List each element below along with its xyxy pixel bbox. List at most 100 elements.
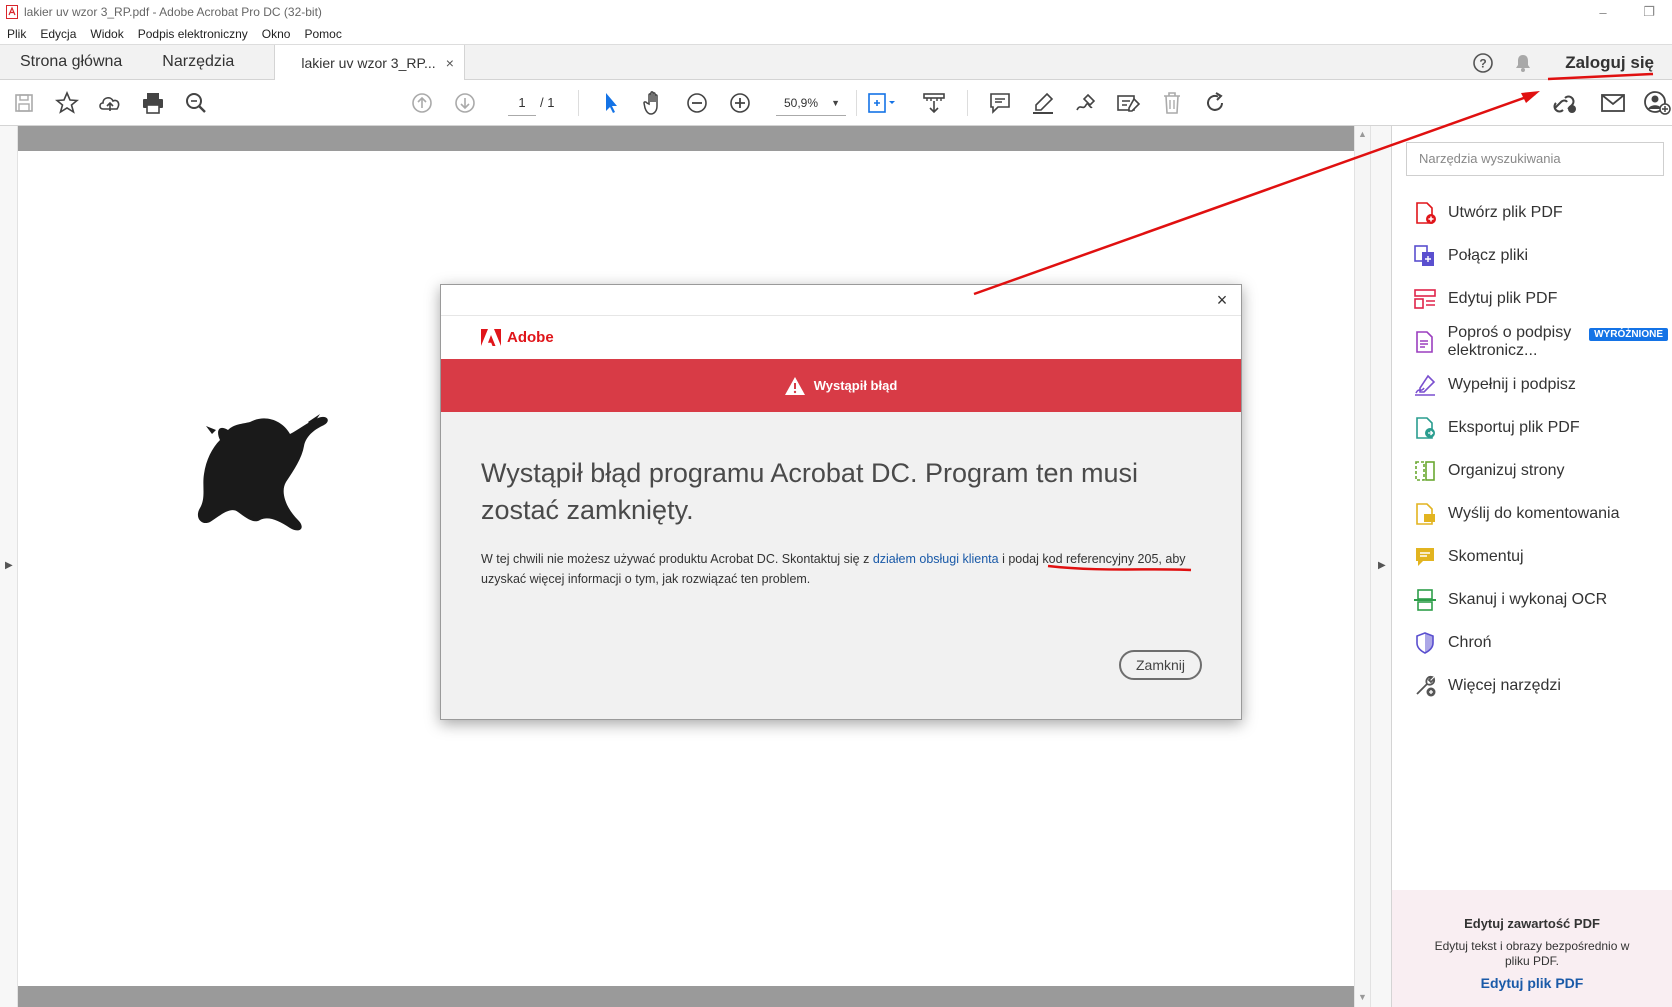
hand-icon[interactable] [639, 88, 669, 118]
help-icon[interactable]: ? [1463, 45, 1503, 80]
save-icon[interactable] [9, 88, 39, 118]
menu-plik[interactable]: Plik [0, 27, 33, 41]
error-body-pre: W tej chwili nie możesz używać produktu … [481, 552, 873, 566]
warning-icon [784, 376, 805, 395]
close-button[interactable]: Zamknij [1119, 650, 1202, 680]
tool-send-comment[interactable]: Wyślij do komentowania [1412, 494, 1662, 534]
adobe-logo-icon [481, 329, 501, 346]
left-panel-toggle[interactable]: ▶ [0, 126, 18, 1007]
menu-pomoc[interactable]: Pomoc [297, 27, 348, 41]
print-icon[interactable] [138, 88, 168, 118]
select-cursor-icon[interactable] [596, 88, 626, 118]
tool-edit-pdf[interactable]: Edytuj plik PDF [1412, 279, 1662, 319]
error-body-mid: i podaj [998, 552, 1043, 566]
tool-label: Edytuj plik PDF [1448, 290, 1558, 307]
tool-export-pdf[interactable]: Eksportuj plik PDF [1412, 408, 1662, 448]
scroll-mode-icon[interactable] [919, 88, 949, 118]
comment-icon[interactable] [985, 88, 1015, 118]
restore-icon[interactable]: ❐ [1626, 0, 1672, 24]
fill-sign-icon[interactable] [1114, 88, 1144, 118]
rotate-icon[interactable] [1200, 88, 1230, 118]
right-panel-toggle[interactable]: ▶ [1370, 126, 1392, 1007]
sign-icon[interactable] [1071, 88, 1101, 118]
minimize-icon[interactable]: – [1580, 0, 1626, 24]
dialog-titlebar: × [441, 285, 1241, 316]
search-zoom-icon[interactable] [181, 88, 211, 118]
tool-create-pdf[interactable]: Utwórz plik PDF [1412, 193, 1662, 233]
star-icon[interactable] [52, 88, 82, 118]
chevron-down-icon: ▼ [831, 98, 840, 108]
page-number-input[interactable]: 1 [508, 90, 536, 116]
page-total: / 1 [540, 95, 555, 110]
tools-search-input[interactable]: Narzędzia wyszukiwania [1406, 142, 1664, 176]
delete-icon[interactable] [1157, 88, 1187, 118]
signin-button[interactable]: Zaloguj się [1543, 53, 1672, 73]
menu-bar: Plik Edycja Widok Podpis elektroniczny O… [0, 24, 1672, 44]
tool-label: Chroń [1448, 634, 1492, 651]
customer-support-link[interactable]: działem obsługi klienta [873, 552, 999, 566]
promo-link[interactable]: Edytuj plik PDF [1392, 975, 1672, 991]
tool-label: Organizuj strony [1448, 462, 1565, 479]
menu-podpis[interactable]: Podpis elektroniczny [131, 27, 255, 41]
scroll-up-icon[interactable]: ▲ [1358, 129, 1367, 139]
main-toolbar: 1 / 1 50,9% ▼ [0, 80, 1672, 126]
dialog-close-icon[interactable]: × [1211, 289, 1233, 311]
error-banner-text: Wystąpił błąd [813, 378, 898, 393]
tool-label: Więcej narzędzi [1448, 677, 1561, 694]
zoom-level-value: 50,9% [784, 96, 819, 110]
tool-scan-ocr[interactable]: Skanuj i wykonaj OCR [1412, 580, 1662, 620]
upload-icon[interactable] [95, 88, 125, 118]
promo-panel: Edytuj zawartość PDF Edytuj tekst i obra… [1392, 890, 1672, 1007]
tab-document[interactable]: lakier uv wzor 3_RP... × [274, 45, 465, 80]
tool-label: Skomentuj [1448, 548, 1524, 565]
adobe-brand-text: Adobe [507, 329, 554, 346]
send-comment-icon [1412, 501, 1438, 527]
more-tools-icon [1412, 673, 1438, 699]
tool-label: Eksportuj plik PDF [1448, 419, 1580, 436]
tab-tools[interactable]: Narzędzia [142, 45, 254, 79]
page-up-icon[interactable] [407, 88, 437, 118]
featured-badge: WYRÓŻNIONE [1589, 328, 1668, 341]
tool-combine-files[interactable]: Połącz pliki [1412, 236, 1662, 276]
organize-pages-icon [1412, 458, 1438, 484]
vertical-scrollbar[interactable]: ▲ ▼ [1354, 126, 1370, 1007]
export-pdf-icon [1412, 415, 1438, 441]
fit-page-icon[interactable] [866, 88, 896, 118]
protect-icon [1412, 630, 1438, 656]
tool-fill-sign[interactable]: Wypełnij i podpisz [1412, 365, 1662, 405]
highlight-icon[interactable] [1028, 88, 1058, 118]
tool-comment[interactable]: Skomentuj [1412, 537, 1662, 577]
share-link-icon[interactable] [1550, 88, 1580, 118]
bell-icon[interactable] [1503, 45, 1543, 80]
tool-label: Utwórz plik PDF [1448, 204, 1563, 221]
tool-protect[interactable]: Chroń [1412, 623, 1662, 663]
tab-close-icon[interactable]: × [446, 55, 454, 71]
zoom-in-icon[interactable] [725, 88, 755, 118]
tool-organize-pages[interactable]: Organizuj strony [1412, 451, 1662, 491]
tab-home[interactable]: Strona główna [0, 45, 142, 79]
mail-icon[interactable] [1598, 88, 1628, 118]
zoom-level-input[interactable]: 50,9% ▼ [776, 90, 846, 116]
menu-widok[interactable]: Widok [83, 27, 130, 41]
tab-document-label: lakier uv wzor 3_RP... [301, 54, 436, 71]
add-user-icon[interactable] [1642, 88, 1672, 118]
reference-code-text: kod referencyjny 205, aby [1042, 552, 1186, 566]
expand-left-icon: ▶ [5, 560, 13, 571]
tool-label: Połącz pliki [1448, 247, 1529, 264]
promo-text: Edytuj tekst i obrazy bezpośrednio w pli… [1434, 939, 1630, 968]
scan-ocr-icon [1412, 587, 1438, 613]
error-heading: Wystąpił błąd programu Acrobat DC. Progr… [481, 458, 1139, 525]
scroll-down-icon[interactable]: ▼ [1358, 992, 1367, 1002]
error-body-post: uzyskać więcej informacji o tym, jak roz… [481, 572, 811, 586]
window-title: lakier uv wzor 3_RP.pdf - Adobe Acrobat … [24, 5, 322, 19]
menu-edycja[interactable]: Edycja [33, 27, 83, 41]
fill-sign-icon [1412, 372, 1438, 398]
document-ink-splat-image [197, 414, 328, 531]
tool-label: Skanuj i wykonaj OCR [1448, 591, 1608, 608]
zoom-out-icon[interactable] [682, 88, 712, 118]
tool-more-tools[interactable]: Więcej narzędzi [1412, 666, 1662, 706]
tools-pane: Narzędzia wyszukiwania Utwórz plik PDF P… [1392, 126, 1672, 1007]
page-down-icon[interactable] [450, 88, 480, 118]
menu-okno[interactable]: Okno [255, 27, 298, 41]
svg-text:?: ? [1480, 56, 1487, 70]
